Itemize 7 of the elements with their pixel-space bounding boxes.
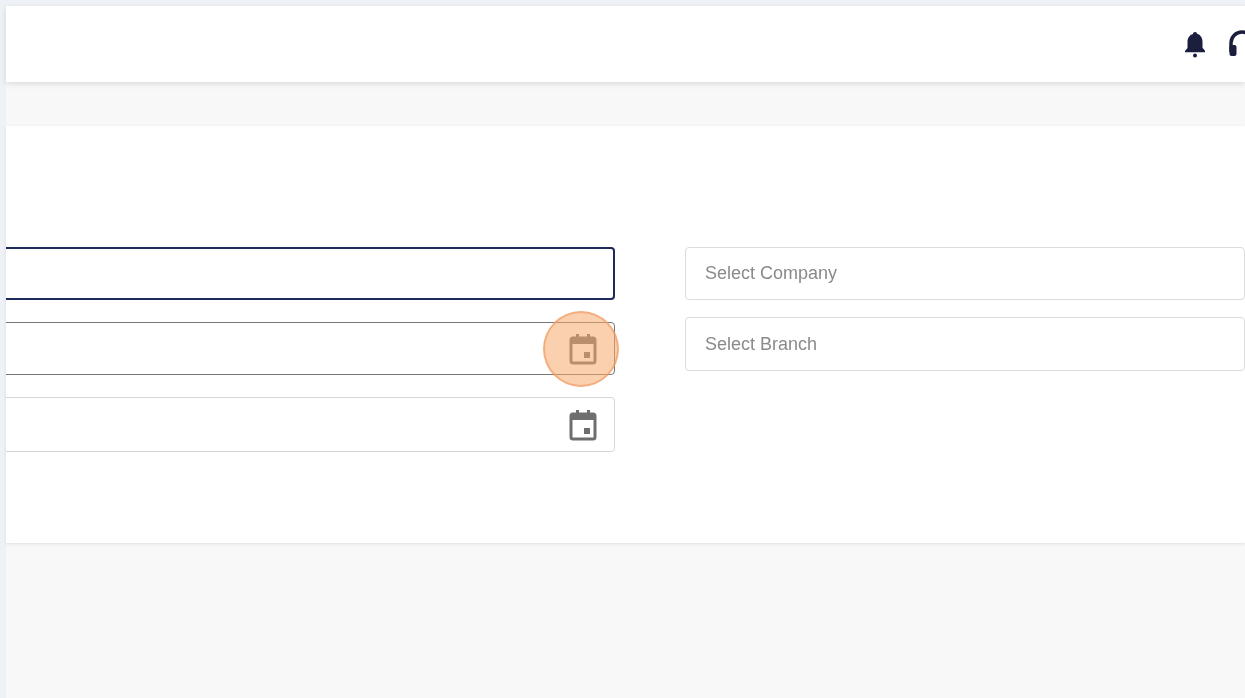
- bell-icon[interactable]: [1183, 30, 1207, 58]
- input-field[interactable]: [6, 247, 615, 300]
- select-field[interactable]: Select Branch: [685, 317, 1245, 371]
- calendar-icon[interactable]: [568, 408, 598, 441]
- date-field[interactable]: [6, 322, 615, 375]
- select-field[interactable]: Select Company: [685, 247, 1245, 300]
- headset-icon[interactable]: [1229, 30, 1245, 58]
